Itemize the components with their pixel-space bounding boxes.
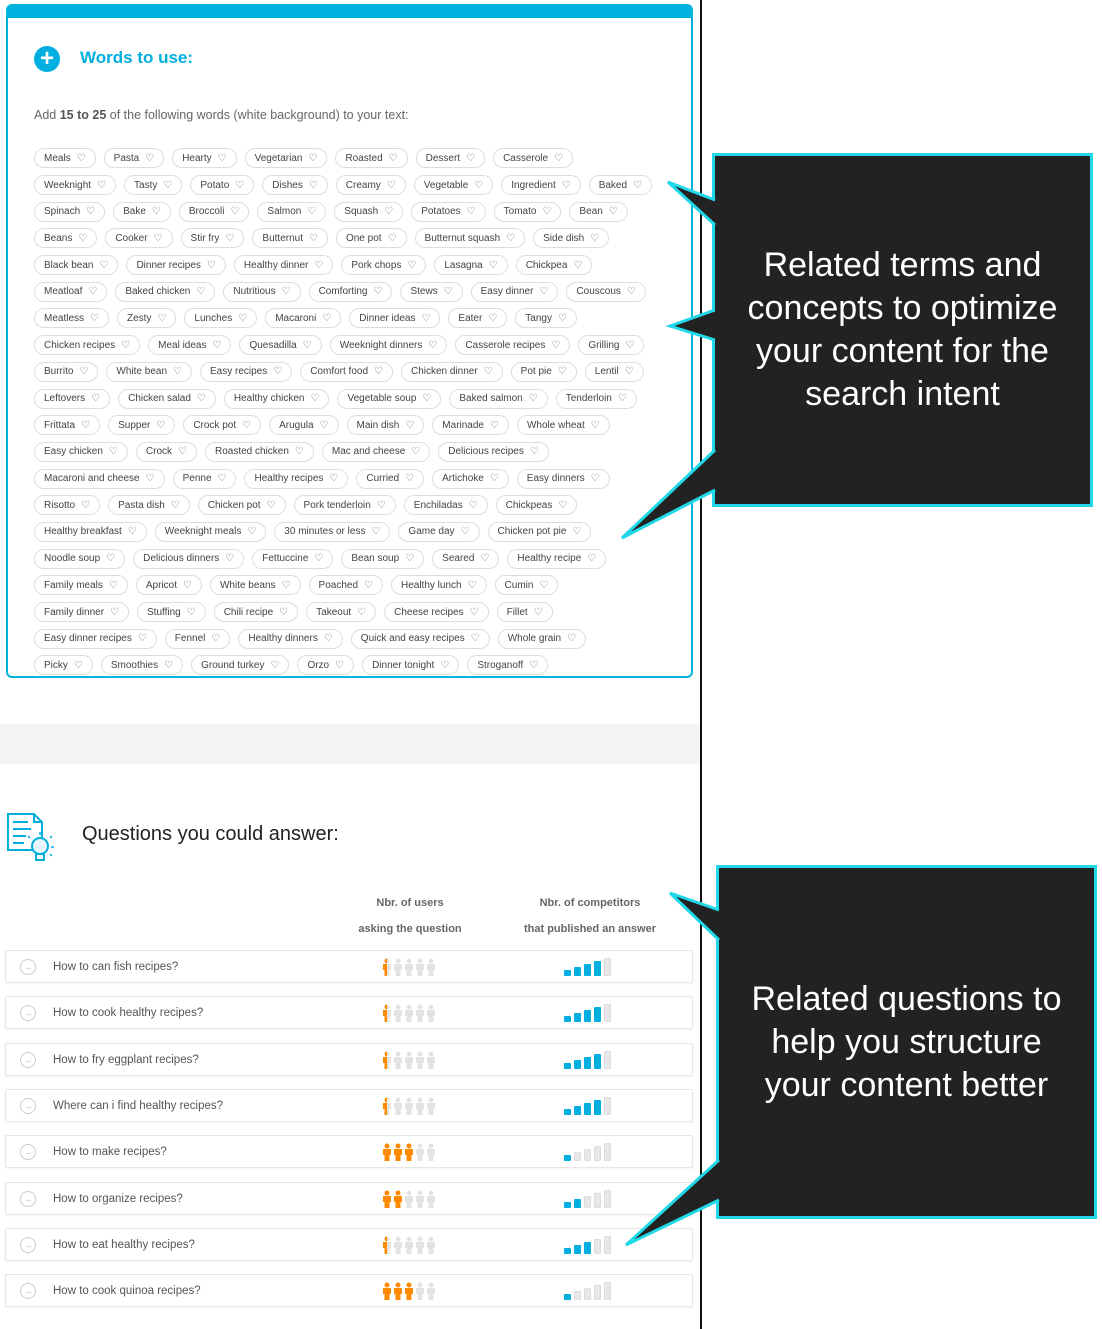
- callout-pointers: [620, 180, 721, 1247]
